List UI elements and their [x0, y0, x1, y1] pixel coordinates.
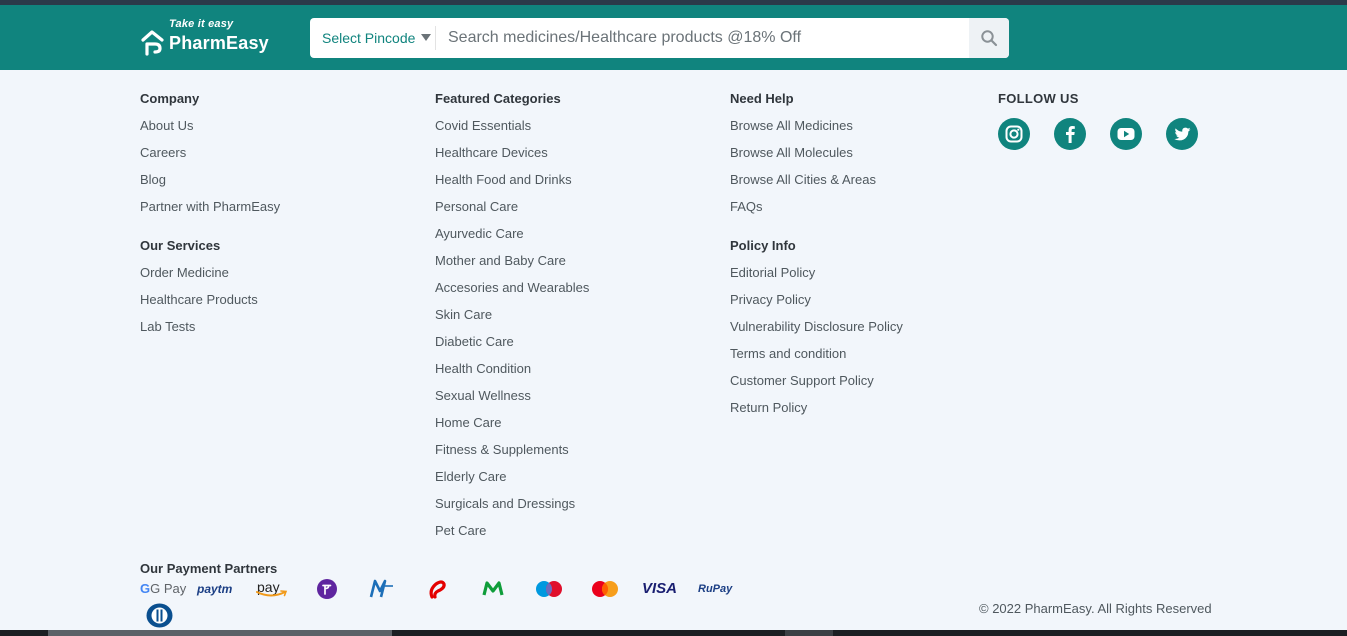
- footer-link-browse-cities[interactable]: Browse All Cities & Areas: [730, 161, 903, 188]
- logo-brand-name: PharmEasy: [169, 33, 269, 53]
- footer-link-about-us[interactable]: About Us: [140, 107, 280, 134]
- caret-down-icon: [421, 34, 432, 41]
- logo-tagline: Take it easy: [169, 18, 234, 30]
- category-link[interactable]: Sexual Wellness: [435, 377, 589, 404]
- mastercard-logo: [592, 581, 618, 597]
- our-services-heading: Our Services: [140, 238, 221, 253]
- footer-link-terms[interactable]: Terms and condition: [730, 335, 903, 362]
- footer-column-featured-categories: Featured Categories Covid Essentials Hea…: [435, 90, 589, 539]
- footer-link-privacy-policy[interactable]: Privacy Policy: [730, 281, 903, 308]
- search-input[interactable]: [448, 18, 968, 58]
- footer-link-blog[interactable]: Blog: [140, 161, 280, 188]
- pharmeasy-logo[interactable]: Take it easy PharmEasy: [140, 18, 280, 60]
- amazon-smile-icon: [256, 590, 288, 597]
- footer-column-need-help: Need Help Browse All Medicines Browse Al…: [730, 90, 903, 416]
- policy-info-heading: Policy Info: [730, 238, 796, 253]
- mobikwik-logo: [369, 579, 393, 598]
- youtube-icon: [1117, 128, 1135, 140]
- visa-logo: VISA: [642, 580, 678, 597]
- category-link[interactable]: Fitness & Supplements: [435, 431, 589, 458]
- pincode-selector[interactable]: Select Pincode: [322, 18, 432, 58]
- category-link[interactable]: Home Care: [435, 404, 589, 431]
- category-link[interactable]: Healthcare Devices: [435, 134, 589, 161]
- search-bar: Select Pincode: [310, 18, 1009, 58]
- category-link[interactable]: Accesories and Wearables: [435, 269, 589, 296]
- footer-link-lab-tests[interactable]: Lab Tests: [140, 308, 280, 335]
- footer-link-faqs[interactable]: FAQs: [730, 188, 903, 215]
- footer-link-customer-support-policy[interactable]: Customer Support Policy: [730, 362, 903, 389]
- category-link[interactable]: Diabetic Care: [435, 323, 589, 350]
- category-link[interactable]: Health Food and Drinks: [435, 161, 589, 188]
- need-help-heading: Need Help: [730, 91, 794, 106]
- site-header: Take it easy PharmEasy Select Pincode: [0, 5, 1347, 70]
- footer-link-editorial-policy[interactable]: Editorial Policy: [730, 254, 903, 281]
- category-link[interactable]: Skin Care: [435, 296, 589, 323]
- follow-us: FOLLOW US: [998, 90, 1079, 107]
- gpay-text: G Pay: [150, 581, 187, 596]
- airtel-logo: [429, 580, 446, 599]
- rupay-logo: RuPay: [698, 583, 733, 595]
- twitter-icon: [1174, 127, 1191, 141]
- facebook-link[interactable]: [1054, 118, 1086, 150]
- search-icon: [981, 30, 998, 47]
- scrollbar-thumb[interactable]: [48, 630, 392, 636]
- instagram-icon: [1005, 125, 1023, 143]
- pincode-label: Select Pincode: [322, 30, 416, 46]
- horizontal-scrollbar[interactable]: [0, 630, 1347, 636]
- footer-link-partner[interactable]: Partner with PharmEasy: [140, 188, 280, 215]
- category-link[interactable]: Health Condition: [435, 350, 589, 377]
- category-link[interactable]: Surgicals and Dressings: [435, 485, 589, 512]
- follow-us-heading: FOLLOW US: [998, 91, 1079, 106]
- featured-categories-heading: Featured Categories: [435, 91, 561, 106]
- category-link[interactable]: Mother and Baby Care: [435, 242, 589, 269]
- youtube-link[interactable]: [1110, 118, 1142, 150]
- footer-link-return-policy[interactable]: Return Policy: [730, 389, 903, 416]
- footer-link-browse-medicines[interactable]: Browse All Medicines: [730, 107, 903, 134]
- instagram-link[interactable]: [998, 118, 1030, 150]
- category-link[interactable]: Ayurvedic Care: [435, 215, 589, 242]
- m-logo: [482, 581, 504, 596]
- twitter-link[interactable]: [1166, 118, 1198, 150]
- scrollbar-segment: [785, 630, 833, 636]
- copyright-text: © 2022 PharmEasy. All Rights Reserved: [979, 601, 1212, 616]
- facebook-icon: [1066, 126, 1075, 143]
- footer-link-order-medicine[interactable]: Order Medicine: [140, 254, 280, 281]
- footer-link-vulnerability-policy[interactable]: Vulnerability Disclosure Policy: [730, 308, 903, 335]
- paytm-logo: paytm: [197, 582, 233, 596]
- footer-link-healthcare-products[interactable]: Healthcare Products: [140, 281, 280, 308]
- footer-link-browse-molecules[interactable]: Browse All Molecules: [730, 134, 903, 161]
- gpay-logo: GG Pay: [140, 581, 187, 596]
- footer-link-careers[interactable]: Careers: [140, 134, 280, 161]
- phonepe-logo: [317, 579, 337, 599]
- amazon-pay-logo: pay: [256, 575, 288, 599]
- category-link[interactable]: Personal Care: [435, 188, 589, 215]
- category-link[interactable]: Elderly Care: [435, 458, 589, 485]
- company-heading: Company: [140, 91, 200, 106]
- category-link[interactable]: Covid Essentials: [435, 107, 589, 134]
- search-divider: [435, 26, 436, 50]
- diners-club-logo: [146, 603, 173, 628]
- pharmeasy-mark-icon: [141, 30, 164, 56]
- footer-column-company: Company About Us Careers Blog Partner wi…: [140, 90, 280, 335]
- category-link[interactable]: Pet Care: [435, 512, 589, 539]
- search-button[interactable]: [969, 18, 1009, 58]
- payment-partners-heading: Our Payment Partners: [140, 561, 278, 576]
- maestro-logo: [536, 581, 562, 597]
